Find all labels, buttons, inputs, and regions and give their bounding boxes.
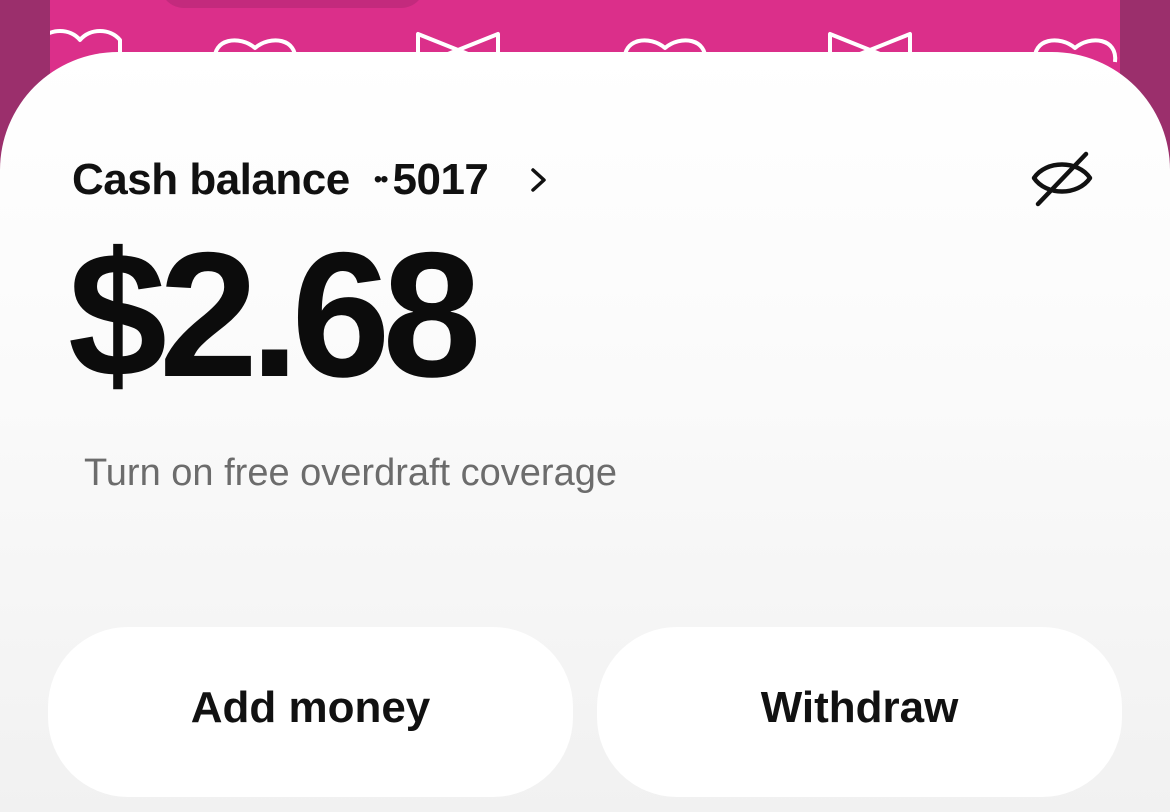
overdraft-coverage-link[interactable]: Turn on free overdraft coverage xyxy=(84,452,617,495)
cash-balance-header[interactable]: Cash balance •• 5017 xyxy=(72,154,550,206)
add-money-button[interactable]: Add money xyxy=(48,627,573,797)
hide-balance-eye-slash-icon[interactable] xyxy=(1028,148,1096,208)
balance-amount: $2.68 xyxy=(68,215,481,414)
withdraw-label: Withdraw xyxy=(760,683,959,732)
add-money-label: Add money xyxy=(190,683,431,732)
account-last-four: 5017 xyxy=(392,155,489,204)
account-mask-dots: •• xyxy=(373,166,389,193)
cash-balance-title: Cash balance xyxy=(72,155,350,204)
withdraw-button[interactable]: Withdraw xyxy=(597,627,1122,797)
chevron-right-icon[interactable] xyxy=(528,165,550,195)
